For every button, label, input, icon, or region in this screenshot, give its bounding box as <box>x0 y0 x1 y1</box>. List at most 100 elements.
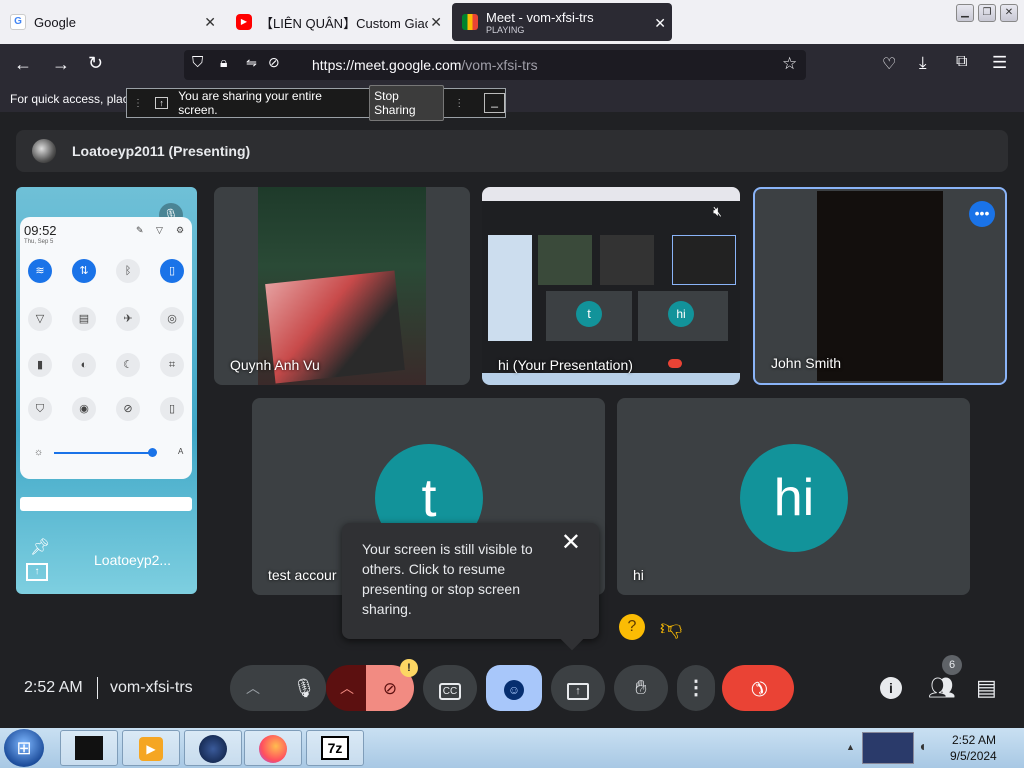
people-count-badge: 6 <box>942 655 962 675</box>
brightness-icon: ☼ <box>34 447 44 458</box>
mini-avatar-hi: hi <box>668 301 694 327</box>
tooltip-tail <box>560 627 584 651</box>
url-bar[interactable]: ⛉ 🔒︎ ⇋ ⊘ https://meet.google.com/vom-xfs… <box>184 50 806 80</box>
url-text: https://meet.google.com/vom-xfsi-trs <box>312 57 538 73</box>
close-tab-icon[interactable]: ✕ <box>654 15 666 32</box>
info-icon[interactable]: i <box>880 677 902 699</box>
meeting-time: 2:52 AM <box>24 679 83 696</box>
downloads-icon[interactable]: ⤓ <box>919 53 927 73</box>
permissions-icon[interactable]: ⇋ <box>246 55 257 71</box>
camera-off-icon[interactable]: ⊘ <box>268 54 280 71</box>
meeting-code: vom-xfsi-trs <box>110 679 193 696</box>
lock-icon[interactable]: 🔒︎ <box>220 54 227 71</box>
stop-sharing-button[interactable]: Stop Sharing <box>369 85 445 121</box>
media-player-icon: ▶ <box>139 737 163 761</box>
bookmark-star-icon[interactable]: ☆ <box>782 54 797 74</box>
tile-name: Quynh Anh Vu <box>230 357 320 373</box>
pin-icon[interactable]: 📌︎ <box>30 537 50 557</box>
mic-control-group: ︿ 🎙︎ <box>230 665 326 711</box>
tile-name: test accour <box>268 567 337 583</box>
google-icon: G <box>10 14 26 30</box>
globe-icon <box>199 735 227 763</box>
minimize-window-icon[interactable]: ▁ <box>956 4 974 22</box>
tile-name: John Smith <box>771 355 842 371</box>
share-screen-icon: ↑ <box>155 97 169 109</box>
menu-icon[interactable]: ☰ <box>992 53 1007 73</box>
participant-tile-hi[interactable]: hi hi <box>617 398 970 595</box>
bluetooth-icon: ᛒ <box>116 259 140 283</box>
thinking-emoji-icon[interactable]: ? <box>619 614 645 640</box>
firefox-icon <box>259 735 287 763</box>
avatar <box>32 139 56 163</box>
share-screen-icon[interactable]: ↑ <box>26 563 48 581</box>
sound-icon: ◐ <box>72 353 96 377</box>
chat-icon[interactable]: ▤ <box>976 675 997 701</box>
warning-badge-icon: ! <box>400 659 418 677</box>
taskbar-date[interactable]: 9/5/2024 <box>950 749 997 763</box>
video-options-chevron-icon[interactable]: ︿ <box>340 665 354 711</box>
brightness-slider <box>54 452 154 454</box>
emoji-button[interactable]: ☺ <box>486 665 542 711</box>
video-feed <box>817 191 943 381</box>
audio-options-chevron-icon[interactable]: ︿ <box>246 665 260 711</box>
tab-youtube[interactable]: ▶ 【LIÊN QUÂN】Custom Giao H ✕ <box>226 2 448 42</box>
presenter-name: Loatoeyp2011 (Presenting) <box>72 143 251 159</box>
close-icon[interactable]: ✕ <box>561 531 581 555</box>
tab-label: Google <box>34 14 76 30</box>
participant-tile-presentation[interactable]: t hi 🔇︎ hi (Your Presentation) <box>482 187 740 385</box>
divider <box>97 677 98 699</box>
drag-handle-icon[interactable]: ⋮ <box>133 98 143 109</box>
battery-icon: ▮ <box>28 353 52 377</box>
tab-meet[interactable]: Meet - vom-xfsi-trs PLAYING ✕ <box>452 3 672 41</box>
taskbar-firefox[interactable] <box>244 730 302 766</box>
restore-window-icon[interactable]: ❐ <box>978 4 996 22</box>
close-window-icon[interactable]: ✕ <box>1000 4 1018 22</box>
desktop-icon <box>75 736 103 760</box>
hotspot-icon: ◎ <box>160 307 184 331</box>
participant-tile-phone[interactable]: 🎙︎ 09:52 Thu, Sep 5 ✎ ▽ ⚙ ≋ ⇅ ᛒ ▯ ▽ ▤ ✈ … <box>16 187 197 594</box>
taskbar-app[interactable] <box>184 730 242 766</box>
app-dock <box>20 497 192 511</box>
divider-icon: ⋮ <box>454 97 465 109</box>
meet-toolbar: 2:52 AM vom-xfsi-trs ︿ 🎙︎ ︿ ⊘ ! CC ☺ ↑ ✋… <box>0 655 1024 727</box>
leave-call-button[interactable]: ✆ <box>722 665 794 711</box>
tile-name: Loatoeyp2... <box>94 552 172 568</box>
browser-nav-bar: ← → ↻ ⛉ 🔒︎ ⇋ ⊘ https://meet.google.com/v… <box>0 44 1024 86</box>
more-vert-icon: ⋮ <box>686 677 706 699</box>
participant-tile-quynh[interactable]: Quynh Anh Vu <box>214 187 470 385</box>
airplane-icon: ✈ <box>116 307 140 331</box>
forward-icon[interactable]: → <box>52 54 70 75</box>
taskbar-desktop[interactable] <box>60 730 118 766</box>
thumbs-down-icon[interactable]: 👎︎ <box>660 614 682 641</box>
presenter-banner: Loatoeyp2011 (Presenting) <box>16 130 1008 172</box>
hide-notice-button[interactable]: _ <box>484 93 505 113</box>
volume-icon[interactable]: ◖ <box>918 738 926 754</box>
tray-preview-icon[interactable] <box>862 732 914 764</box>
close-tab-icon[interactable]: ✕ <box>204 14 216 31</box>
more-options-button[interactable]: ⋮ <box>677 665 715 711</box>
tray-expand-icon[interactable]: ▲ <box>846 742 855 752</box>
dark-mode-icon: ☾ <box>116 353 140 377</box>
raise-hand-button[interactable]: ✋︎ <box>614 665 668 711</box>
reload-icon[interactable]: ↻ <box>88 53 103 74</box>
more-options-icon[interactable]: ••• <box>969 201 995 227</box>
taskbar-media[interactable]: ▶ <box>122 730 180 766</box>
slider-thumb <box>148 448 157 457</box>
close-tab-icon[interactable]: ✕ <box>430 14 442 31</box>
people-icon[interactable]: 👥︎ <box>928 675 956 701</box>
captions-button[interactable]: CC <box>423 665 477 711</box>
taskbar-time[interactable]: 2:52 AM <box>952 733 996 747</box>
present-button[interactable]: ↑ <box>551 665 605 711</box>
avatar: hi <box>740 444 848 552</box>
back-icon[interactable]: ← <box>14 54 32 75</box>
participant-tile-john[interactable]: ••• John Smith <box>753 187 1007 385</box>
pocket-icon[interactable]: ♡ <box>882 54 896 74</box>
extensions-icon[interactable]: ⧉ <box>956 53 967 71</box>
tab-google[interactable]: G Google ✕ <box>0 2 222 42</box>
mini-avatar-t: t <box>576 301 602 327</box>
microphone-button[interactable]: 🎙︎ <box>282 665 326 711</box>
start-button[interactable]: ⊞ <box>4 729 44 767</box>
shield-icon[interactable]: ⛉ <box>192 54 203 71</box>
hang-up-icon: ✆ <box>744 674 772 702</box>
taskbar-7zip[interactable]: 7z <box>306 730 364 766</box>
